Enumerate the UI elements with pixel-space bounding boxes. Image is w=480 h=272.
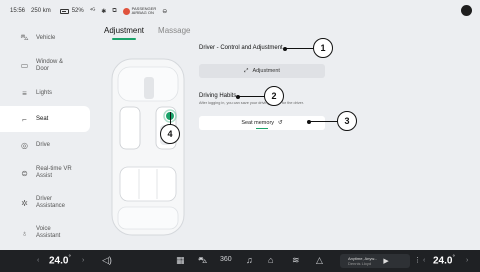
sidebar-item-vr-assist[interactable]: ⊜ Real-time VR Assist — [0, 158, 90, 188]
sidebar-item-label: Seat — [36, 115, 49, 122]
left-temperature-unit: ° — [68, 255, 71, 261]
right-temperature-unit: ° — [452, 255, 455, 261]
sidebar-item-voice-assistant[interactable]: ♁ Voice Assistant — [0, 218, 90, 248]
airbag-indicator: PASSENGER AIRBAG ON — [122, 7, 156, 15]
seat-memory-button[interactable]: Seat memory ↺ — [199, 116, 325, 130]
battery-icon — [59, 8, 69, 14]
camera-360-icon[interactable]: 360 — [220, 256, 232, 263]
undo-icon: ↺ — [278, 120, 283, 126]
car-icon[interactable]: ⛍ — [198, 255, 207, 267]
volume-icon[interactable]: ◁) — [102, 255, 112, 266]
callout-2: 2 — [264, 86, 284, 106]
play-icon[interactable]: ▶ — [383, 257, 388, 265]
sidebar-item-label: Driver Assistance — [36, 196, 66, 209]
vr-icon: ⊜ — [21, 168, 28, 178]
battery: 52% — [57, 8, 84, 14]
temp-right-decrease[interactable]: ‹ — [423, 257, 425, 264]
right-temperature-value: 24.0 — [433, 255, 453, 267]
right-temperature[interactable]: 24.0° — [433, 255, 455, 266]
lights-icon: ≡ — [22, 88, 27, 98]
temp-left-increase[interactable]: › — [82, 257, 84, 264]
media-widget[interactable]: Anytime, Anyw... Dennis Lloyd ▶ — [340, 254, 410, 268]
sidebar-item-label: Real-time VR Assist — [36, 166, 72, 179]
media-artist: Dennis Lloyd — [348, 261, 372, 266]
adjustment-button[interactable]: ⤢ Adjustment — [199, 64, 325, 78]
sidebar-item-lights[interactable]: ≡ Lights — [0, 80, 90, 106]
seat-icon: ⌐ — [22, 114, 27, 124]
avatar[interactable] — [461, 5, 472, 16]
callout-1: 1 — [313, 38, 333, 58]
steering-wheel-icon: ⊖ — [162, 8, 168, 15]
callout-4: 4 — [160, 124, 180, 144]
assist-icon: ✲ — [21, 198, 28, 208]
car-seat-illustration — [111, 58, 185, 236]
sidebar-item-label: Lights — [36, 89, 53, 96]
bluetooth-icon: ✱ — [101, 8, 107, 15]
active-underline — [256, 127, 268, 129]
navigation-icon[interactable]: △ — [316, 255, 323, 266]
adjust-section-title: Driver - Control and Adjustment — [199, 45, 283, 51]
apps-grid-icon[interactable]: ▦ — [176, 255, 185, 266]
callout-1-line — [285, 48, 315, 50]
adjustment-button-label: Adjustment — [252, 68, 280, 74]
clock: 15:56 — [10, 8, 26, 14]
sidebar-item-label: Voice Assistant — [36, 226, 61, 239]
callout-3-line — [309, 121, 339, 123]
bottom-dock: ‹ 24.0° › ◁) ▦ ⛍ 360 ♫ ⌂ ≋ △ Anytime, An… — [0, 250, 480, 272]
sidebar-item-drive[interactable]: ◎ Drive — [0, 132, 90, 158]
signal-icon: ⁴ᴳ — [89, 8, 96, 14]
home-icon[interactable]: ⌂ — [268, 255, 273, 265]
battery-percent: 52% — [71, 8, 84, 14]
airbag-icon — [122, 7, 130, 15]
seat-memory-label: Seat memory — [241, 120, 275, 126]
sidebar-item-window-door[interactable]: ▭ Window & Door — [0, 51, 90, 80]
sidebar: ⛍ Vehicle ▭ Window & Door ≡ Lights ⌐ Sea… — [0, 22, 90, 250]
sidebar-item-vehicle[interactable]: ⛍ Vehicle — [0, 25, 90, 51]
range-readout: 250 km — [31, 8, 51, 14]
sidebar-item-seat[interactable]: ⌐ Seat — [0, 106, 90, 132]
callout-2-line — [238, 96, 266, 98]
callout-3: 3 — [337, 111, 357, 131]
sentry-icon: ⧉ — [112, 7, 117, 14]
car-icon: ⛍ — [20, 33, 29, 42]
left-temperature[interactable]: 24.0° — [49, 255, 71, 266]
status-bar: 15:56 250 km 52% ⁴ᴳ ✱ ⧉ PASSENGER AIRBAG … — [0, 0, 480, 22]
left-temperature-value: 24.0 — [49, 255, 69, 267]
habits-description: After logging in, you can save your driv… — [199, 101, 304, 105]
seat-adjust-icon: ⤢ — [244, 67, 249, 74]
temp-left-decrease[interactable]: ‹ — [37, 257, 39, 264]
tab-adjustment[interactable]: Adjustment — [104, 26, 144, 40]
tab-massage[interactable]: Massage — [158, 26, 190, 35]
music-icon[interactable]: ♫ — [246, 255, 253, 265]
next-track-icon[interactable]: ⋮ — [414, 256, 421, 264]
sidebar-item-label: Vehicle — [36, 34, 56, 41]
sidebar-item-label: Window & Door — [36, 58, 64, 72]
tab-bar: Adjustment Massage — [104, 26, 205, 40]
sidebar-item-driver-assistance[interactable]: ✲ Driver Assistance — [0, 188, 90, 218]
sidebar-item-label: Drive — [36, 141, 51, 148]
steering-icon: ◎ — [21, 140, 28, 150]
climate-icon[interactable]: ≋ — [292, 255, 300, 266]
window-icon: ▭ — [20, 61, 29, 70]
temp-right-increase[interactable]: › — [466, 257, 468, 264]
habits-section-title: Driving Habits — [199, 93, 237, 99]
voice-icon: ♁ — [21, 228, 28, 238]
airbag-line2: AIRBAG ON — [131, 10, 154, 15]
